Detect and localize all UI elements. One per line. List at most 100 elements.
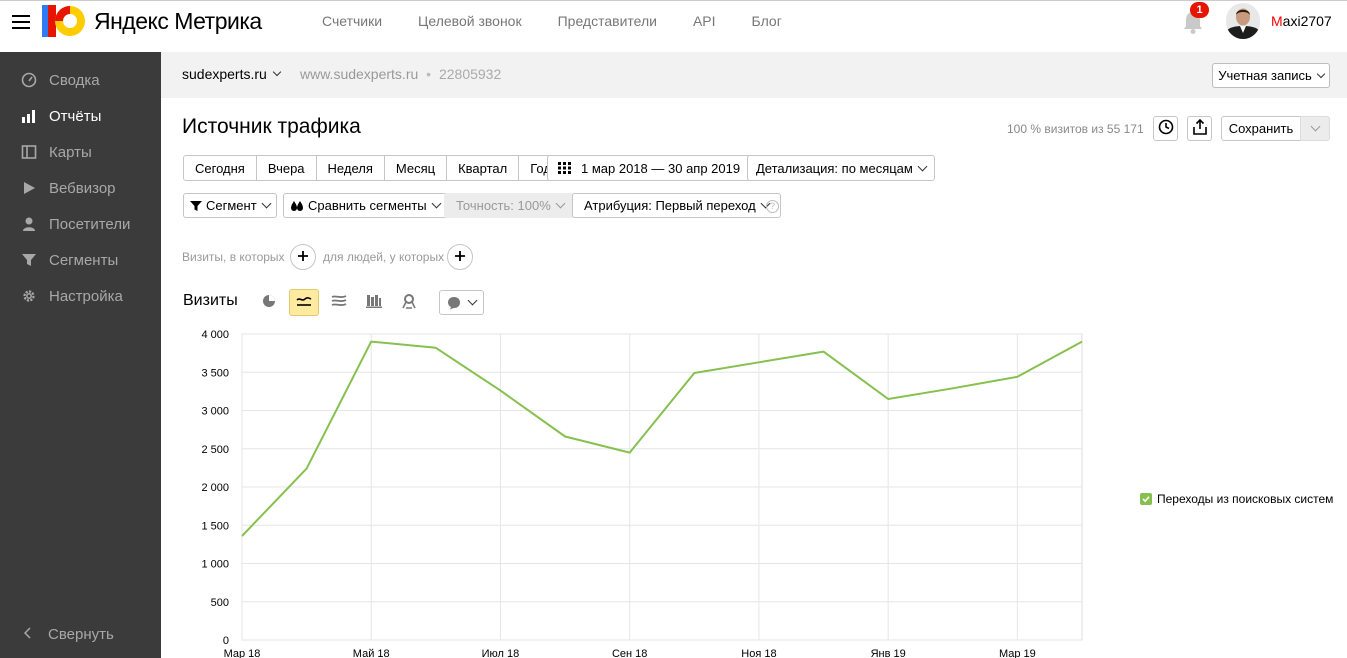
nav-api[interactable]: API xyxy=(693,13,716,29)
period-week[interactable]: Неделя xyxy=(316,155,385,181)
nav-blog[interactable]: Блог xyxy=(752,13,782,29)
chart-type-line[interactable] xyxy=(289,289,319,316)
avatar[interactable] xyxy=(1226,3,1260,39)
chevron-down-icon xyxy=(555,198,566,209)
nav-counters[interactable]: Счетчики xyxy=(322,13,382,29)
sidebar-item-label: Посетители xyxy=(49,215,131,233)
y-tick-label: 2 500 xyxy=(201,444,229,456)
chevron-down-icon xyxy=(467,295,478,306)
export-button[interactable] xyxy=(1187,116,1212,141)
chart-type-bar[interactable] xyxy=(359,289,389,316)
drops-icon xyxy=(290,200,304,212)
filter-people-label: для людей, у которых xyxy=(323,250,445,264)
help-icon[interactable]: ? xyxy=(766,200,779,213)
nav-target-call[interactable]: Целевой звонок xyxy=(418,13,522,29)
sidebar-item-settings[interactable]: Настройка xyxy=(0,278,161,314)
save-button[interactable]: Сохранить xyxy=(1221,116,1301,141)
accuracy-label: Точность: 100% xyxy=(456,198,551,213)
counter-site: www.sudexperts.ru xyxy=(300,66,419,82)
annotations-dropdown[interactable] xyxy=(439,290,484,315)
map-pin-icon xyxy=(402,293,416,312)
chevron-down-icon xyxy=(431,198,442,209)
chevron-down-icon xyxy=(1316,69,1326,78)
segment-dropdown[interactable]: Сегмент xyxy=(183,193,277,218)
counter-bar: sudexperts.ru www.sudexperts.ru • 228059… xyxy=(161,52,1347,98)
sidebar-item-label: Сегменты xyxy=(49,251,119,269)
chart-type-area[interactable] xyxy=(324,289,354,316)
compare-segments-dropdown[interactable]: Сравнить сегменты xyxy=(283,193,447,218)
add-visit-condition-button[interactable] xyxy=(290,244,316,270)
username-rest: axi2707 xyxy=(1282,13,1332,29)
y-tick-label: 4 000 xyxy=(201,329,229,341)
username[interactable]: Maxi2707 xyxy=(1271,13,1332,29)
top-nav: Счетчики Целевой звонок Представители AP… xyxy=(322,13,818,29)
detail-dropdown[interactable]: Детализация: по месяцам xyxy=(747,155,935,181)
visits-chart: 05001 0001 5002 0002 5003 0003 5004 000 … xyxy=(201,329,1083,658)
menu-icon[interactable] xyxy=(12,15,30,29)
attribution-label: Атрибуция: Первый переход xyxy=(584,198,756,213)
attribution-dropdown[interactable]: Атрибуция: Первый переход xyxy=(572,193,781,218)
collapse-sidebar-button[interactable]: Свернуть xyxy=(23,626,114,643)
period-month[interactable]: Месяц xyxy=(384,155,448,181)
sidebar-item-maps[interactable]: Карты xyxy=(0,134,161,170)
funnel-icon xyxy=(21,252,37,268)
funnel-icon xyxy=(190,200,202,212)
date-range-picker[interactable]: 1 мар 2018 — 30 апр 2019 xyxy=(547,155,752,181)
notification-badge: 1 xyxy=(1190,2,1209,18)
counter-name: sudexperts.ru xyxy=(182,66,267,82)
y-tick-label: 1 500 xyxy=(201,520,229,532)
logo[interactable]: Яндекс Метрика xyxy=(42,5,262,37)
bar-chart-icon xyxy=(366,294,382,311)
user-icon xyxy=(21,216,37,232)
period-yesterday[interactable]: Вчера xyxy=(256,155,317,181)
sidebar-item-segments[interactable]: Сегменты xyxy=(0,242,161,278)
sidebar-item-label: Вебвизор xyxy=(49,179,116,197)
chart-type-map[interactable] xyxy=(394,289,424,316)
gauge-icon xyxy=(21,72,37,88)
add-people-condition-button[interactable] xyxy=(447,244,473,270)
compare-label: Сравнить сегменты xyxy=(308,198,427,213)
sidebar-item-label: Настройка xyxy=(49,287,123,305)
chart-type-pie[interactable] xyxy=(254,289,284,316)
chevron-left-icon xyxy=(23,627,32,642)
sidebar-item-label: Сводка xyxy=(49,71,100,89)
sidebar-item-visitors[interactable]: Посетители xyxy=(0,206,161,242)
sidebar-item-webvisor[interactable]: Вебвизор xyxy=(0,170,161,206)
chevron-down-icon xyxy=(917,161,928,171)
nav-representatives[interactable]: Представители xyxy=(558,13,657,29)
account-button[interactable]: Учетная запись xyxy=(1212,63,1330,88)
pie-chart-icon xyxy=(262,294,276,311)
save-options-button[interactable] xyxy=(1300,116,1330,141)
x-tick-label: Мар 18 xyxy=(224,648,261,658)
period-selector: Сегодня Вчера Неделя Месяц Квартал Год xyxy=(183,155,563,181)
period-today[interactable]: Сегодня xyxy=(183,155,257,181)
period-quarter[interactable]: Квартал xyxy=(447,155,520,181)
accuracy-dropdown[interactable]: Точность: 100% xyxy=(444,193,576,218)
metrika-logo-icon xyxy=(42,5,86,37)
detail-label: Детализация: по месяцам xyxy=(756,160,913,176)
history-button[interactable] xyxy=(1153,116,1178,141)
x-tick-label: Май 18 xyxy=(353,648,390,658)
y-tick-label: 3 000 xyxy=(201,406,229,418)
x-tick-label: Июл 18 xyxy=(482,648,520,658)
x-tick-label: Мар 19 xyxy=(999,648,1036,658)
visits-sample-note: 100 % визитов из 55 171 xyxy=(1007,122,1144,136)
x-tick-label: Ноя 18 xyxy=(741,648,776,658)
counter-site-info: www.sudexperts.ru • 22805932 xyxy=(300,66,501,82)
legend-item[interactable]: Переходы из поисковых систем xyxy=(1140,492,1333,506)
y-tick-label: 1 000 xyxy=(201,559,229,571)
area-chart-icon xyxy=(331,294,347,311)
sidebar-item-reports[interactable]: Отчёты xyxy=(0,98,161,134)
y-tick-label: 500 xyxy=(211,597,229,609)
top-header: Яндекс Метрика Счетчики Целевой звонок П… xyxy=(0,0,1347,52)
gear-icon xyxy=(21,288,37,304)
clock-icon xyxy=(1158,119,1174,138)
chevron-down-icon xyxy=(272,67,282,77)
logo-text: Яндекс Метрика xyxy=(94,7,262,34)
sidebar-item-label: Отчёты xyxy=(49,107,102,125)
legend-label: Переходы из поисковых систем xyxy=(1157,492,1334,506)
y-tick-label: 2 000 xyxy=(201,482,229,494)
bar-chart-icon xyxy=(21,108,37,124)
sidebar-item-summary[interactable]: Сводка xyxy=(0,62,161,98)
counter-selector[interactable]: sudexperts.ru xyxy=(182,66,282,82)
